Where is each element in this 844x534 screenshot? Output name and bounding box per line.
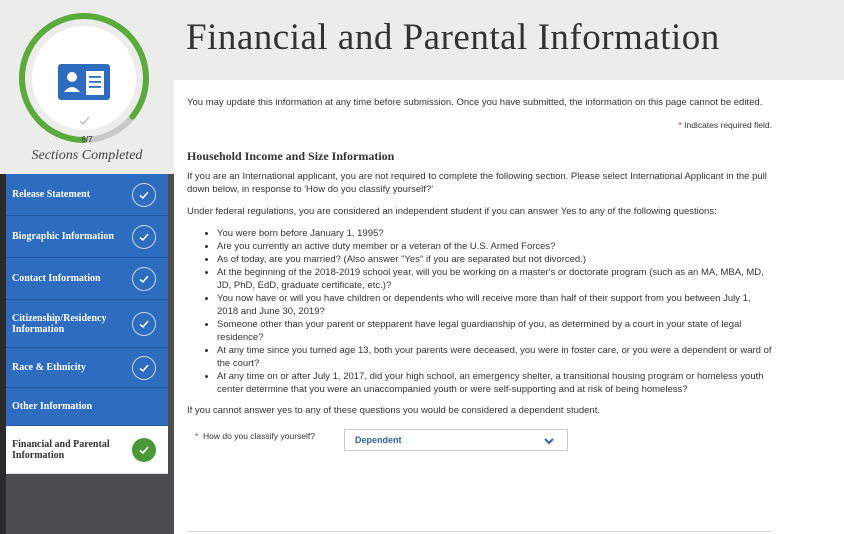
nav-item-biographic-information[interactable]: Biographic Information: [6, 216, 168, 258]
nav-item-label: Citizenship/Residency Information: [12, 312, 107, 335]
federal-note: Under federal regulations, you are consi…: [187, 206, 717, 217]
list-item: You now have or will you have children o…: [217, 292, 772, 318]
nav-item-label: Financial and Parental Information: [12, 438, 110, 461]
sections-count: 6/7: [81, 135, 93, 144]
section-nav: Release Statement Biographic Information…: [6, 174, 168, 474]
check-circle-icon: [132, 266, 156, 291]
main-content: You may update this information at any t…: [187, 96, 772, 456]
independent-questions: You were born before January 1, 1995? Ar…: [217, 227, 772, 396]
classify-select[interactable]: Dependent: [344, 429, 568, 451]
check-circle-icon: [132, 182, 156, 207]
nav-item-other-information[interactable]: Other Information: [6, 388, 168, 426]
nav-item-label: Release Statement: [12, 189, 91, 200]
progress-ring: [19, 13, 149, 143]
required-star: *: [678, 120, 682, 130]
international-note: If you are an International applicant, y…: [187, 171, 767, 195]
list-item: At any time on or after July 1, 2017, di…: [217, 370, 772, 396]
check-circle-icon: [132, 355, 156, 380]
chevron-down-icon: [544, 438, 554, 445]
required-star: *: [195, 431, 199, 441]
list-item: Someone other than your parent or steppa…: [217, 318, 772, 344]
classify-select-value: Dependent: [355, 434, 402, 445]
check-circle-icon: [132, 311, 156, 336]
sidebar: 6/7 Sections Completed Release Statement…: [0, 0, 174, 534]
list-item: At the beginning of the 2018-2019 school…: [217, 266, 772, 292]
nav-item-financial-parental[interactable]: Financial and Parental Information: [6, 426, 168, 474]
list-item: Are you currently an active duty member …: [217, 240, 772, 253]
nav-item-citizenship-residency[interactable]: Citizenship/Residency Information: [6, 300, 168, 348]
list-item: You were born before January 1, 1995?: [217, 227, 772, 240]
progress-panel: 6/7 Sections Completed: [0, 0, 174, 174]
classify-label: * How do you classify yourself?: [195, 430, 315, 443]
id-card-icon: [58, 64, 110, 100]
nav-item-race-ethnicity[interactable]: Race & Ethnicity: [6, 348, 168, 388]
intro-text: You may update this information at any t…: [187, 97, 763, 108]
required-note: * Indicates required field.: [187, 119, 772, 132]
nav-item-release-statement[interactable]: Release Statement: [6, 174, 168, 216]
nav-item-label: Biographic Information: [12, 231, 114, 242]
check-circle-icon: [132, 224, 156, 249]
page-header: Financial and Parental Information: [174, 0, 844, 80]
divider: [187, 531, 772, 532]
nav-item-label: Other Information: [12, 401, 93, 412]
nav-item-contact-information[interactable]: Contact Information: [6, 258, 168, 300]
classify-label-text: How do you classify yourself?: [203, 431, 316, 441]
dependent-note: If you cannot answer yes to any of these…: [187, 405, 600, 416]
classify-row: * How do you classify yourself? Dependen…: [187, 426, 772, 456]
section-heading: Household Income and Size Information: [187, 149, 395, 163]
list-item: As of today, are you married? (Also answ…: [217, 253, 772, 266]
check-circle-icon: [132, 437, 156, 462]
page-title: Financial and Parental Information: [186, 17, 720, 58]
nav-item-label: Race & Ethnicity: [12, 362, 86, 373]
required-note-text: Indicates required field.: [684, 120, 772, 130]
list-item: At any time since you turned age 13, bot…: [217, 344, 772, 370]
sections-label: Sections Completed: [31, 148, 143, 163]
nav-item-label: Contact Information: [12, 273, 101, 284]
